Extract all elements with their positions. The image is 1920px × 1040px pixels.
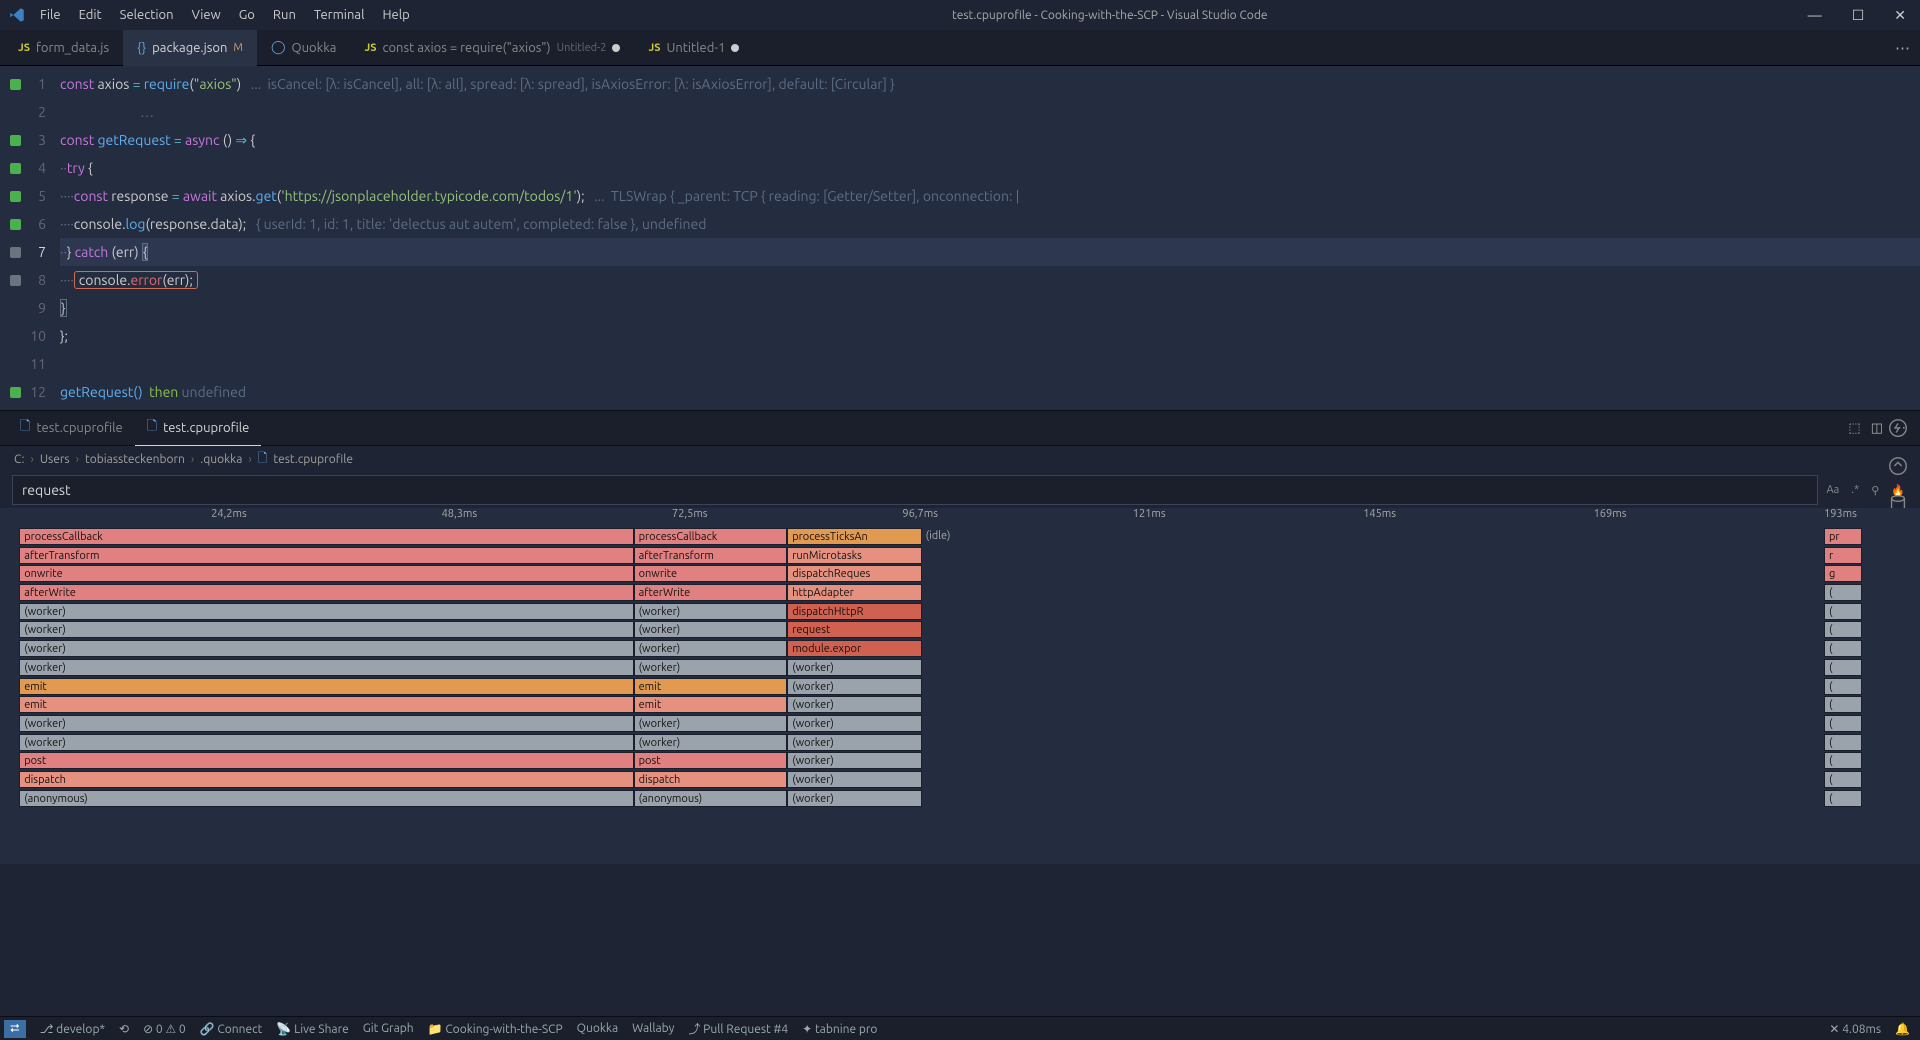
tab-overflow-button[interactable]: ⋯ — [1895, 39, 1910, 57]
panel-tabs: 🗋test.cpuprofile 🗋test.cpuprofile ⬚ ◫ ⋯ — [0, 410, 1920, 446]
status-bar: ⮂ ⎇ develop* ⟲ ⊘ 0 ⚠ 0 🔗 Connect 📡 Live … — [0, 1016, 1920, 1040]
outline-icon[interactable] — [1886, 454, 1910, 478]
coverage-marker — [10, 163, 21, 174]
editor-tabs: JSform_data.js {}package.jsonM ◯Quokka J… — [0, 30, 1920, 66]
regex-button[interactable]: .* — [1848, 481, 1862, 499]
menu-selection[interactable]: Selection — [112, 4, 182, 26]
dirty-indicator — [612, 44, 620, 52]
menu-edit[interactable]: Edit — [71, 4, 110, 26]
status-branch[interactable]: ⎇ develop* — [40, 1022, 105, 1036]
coverage-marker — [10, 135, 21, 146]
status-wallaby[interactable]: Wallaby — [632, 1022, 674, 1035]
json-icon: {} — [137, 41, 146, 55]
tab-quokka[interactable]: ◯Quokka — [257, 30, 350, 66]
menu-go[interactable]: Go — [231, 4, 263, 26]
file-icon: 🗋 — [147, 417, 157, 439]
coverage-marker — [10, 387, 21, 398]
menu-help[interactable]: Help — [374, 4, 417, 26]
flame-view-icon[interactable]: ⬚ — [1848, 421, 1860, 436]
status-tabnine[interactable]: ✦ tabnine pro — [802, 1022, 877, 1036]
menu-terminal[interactable]: Terminal — [306, 4, 373, 26]
js-icon: JS — [648, 42, 660, 54]
status-problems[interactable]: ⊘ 0 ⚠ 0 — [143, 1022, 186, 1036]
file-icon: 🗋 — [258, 449, 268, 470]
file-icon: 🗋 — [20, 417, 30, 439]
coverage-marker — [10, 219, 21, 230]
maximize-button[interactable]: ☐ — [1846, 5, 1871, 26]
coverage-marker — [10, 275, 21, 286]
quokka-icon: ◯ — [271, 40, 286, 55]
minimize-button[interactable]: — — [1802, 5, 1828, 26]
window-title: test.cpuprofile - Cooking-with-the-SCP -… — [418, 9, 1802, 22]
code-content[interactable]: const axios = require("axios") ... isCan… — [60, 66, 1920, 410]
tab-package-json[interactable]: {}package.jsonM — [123, 30, 257, 66]
tab-form-data[interactable]: JSform_data.js — [4, 30, 123, 66]
status-gitgraph[interactable]: Git Graph — [363, 1022, 414, 1035]
flame-chart[interactable]: processCallbackprocessCallbackprocessTic… — [0, 528, 1920, 864]
close-button[interactable]: ✕ — [1888, 5, 1912, 26]
main-menu: File Edit Selection View Go Run Terminal… — [32, 4, 418, 26]
breadcrumb[interactable]: C:› Users› tobiassteckenborn› .quokka› 🗋… — [0, 446, 1920, 472]
menu-view[interactable]: View — [184, 4, 229, 26]
coverage-marker — [10, 79, 21, 90]
zap-icon[interactable] — [1886, 416, 1910, 440]
status-quokka[interactable]: Quokka — [577, 1022, 618, 1035]
coverage-marker — [10, 191, 21, 202]
tab-untitled-2[interactable]: JSconst axios = require("axios") Untitle… — [350, 30, 634, 66]
dirty-indicator — [731, 44, 739, 52]
time-axis: 24,2ms 48,3ms 72,5ms 96,7ms 121ms 145ms … — [0, 508, 1920, 528]
match-case-button[interactable]: Aa — [1824, 481, 1843, 499]
modified-badge: M — [233, 42, 243, 54]
tab-untitled-1[interactable]: JSUntitled-1 — [634, 30, 753, 66]
profile-search: Aa .* ⚲ 🔥 — [0, 472, 1920, 508]
menu-run[interactable]: Run — [265, 4, 304, 26]
vscode-logo-icon — [8, 6, 26, 24]
js-icon: JS — [364, 42, 376, 54]
status-liveshare[interactable]: 📡 Live Share — [276, 1022, 348, 1036]
titlebar: File Edit Selection View Go Run Terminal… — [0, 0, 1920, 30]
status-sync[interactable]: ⟲ — [119, 1022, 129, 1036]
code-editor[interactable]: 1 2 3 4 5 6 7 8 9 10 11 12 const axios =… — [0, 66, 1920, 410]
menu-file[interactable]: File — [32, 4, 69, 26]
remote-button[interactable]: ⮂ — [4, 1020, 26, 1038]
coverage-marker — [10, 247, 21, 258]
status-bell[interactable]: 🔔 — [1895, 1022, 1910, 1036]
status-connect[interactable]: 🔗 Connect — [200, 1022, 263, 1036]
panel-tab-profile-1[interactable]: 🗋test.cpuprofile — [8, 410, 135, 446]
line-gutter: 1 2 3 4 5 6 7 8 9 10 11 12 — [0, 66, 60, 410]
status-workspace[interactable]: 📁 Cooking-with-the-SCP — [428, 1022, 563, 1036]
search-input[interactable] — [12, 475, 1818, 505]
status-timing[interactable]: ✕ 4.08ms — [1829, 1022, 1881, 1036]
panel-tab-profile-2[interactable]: 🗋test.cpuprofile — [135, 410, 262, 446]
window-controls: — ☐ ✕ — [1802, 5, 1912, 26]
js-icon: JS — [18, 42, 30, 54]
status-pr[interactable]: ⤴ Pull Request #4 — [688, 1020, 788, 1037]
